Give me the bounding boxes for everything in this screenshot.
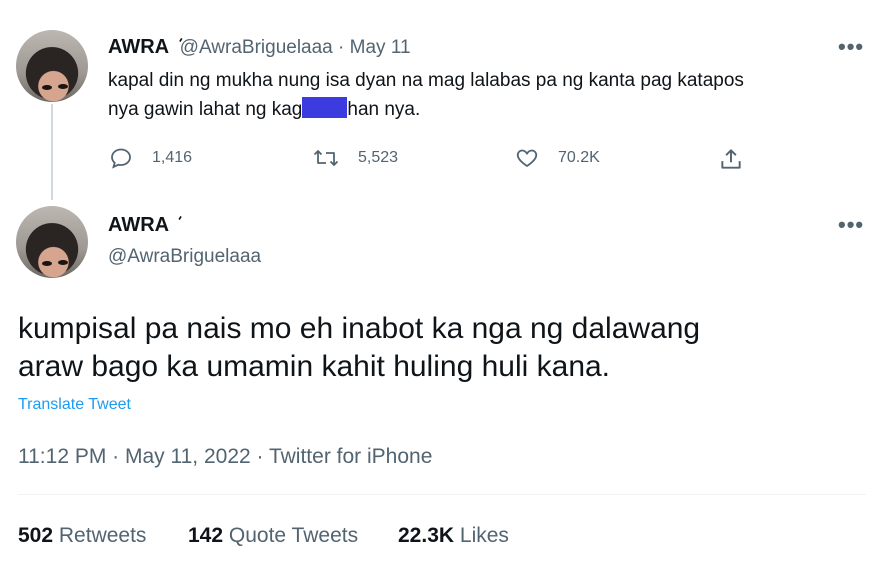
quote-tweets-count: 142 [188,524,224,547]
thread-connector-line [51,104,53,200]
tweet-date[interactable]: May 11 [350,37,411,58]
redaction-box [302,97,348,118]
username[interactable]: @AwraBriguelaaa [108,246,261,268]
retweet-button[interactable]: 5,523 [312,146,398,170]
like-count: 70.2K [558,149,600,166]
likes-count: 22.3K [398,524,455,547]
likes-label: Likes [459,524,509,547]
separator: · [338,37,345,58]
reply-count: 1,416 [152,149,193,166]
retweet-icon [313,150,339,166]
tweet-text-line: araw bago ka umamin kahit huling huli ka… [18,350,611,383]
share-icon [721,149,741,169]
display-name[interactable]: AWRA [108,36,169,58]
tweet-text: kumpisal pa nais mo eh inabot ka nga ng … [18,310,868,386]
quote-tweets-label: Quote Tweets [228,524,359,547]
more-options-icon[interactable]: ••• [838,34,864,60]
more-options-icon[interactable]: ••• [838,212,864,238]
quote-tweets-stat[interactable]: 142 Quote Tweets [188,524,358,548]
tweet-timestamp[interactable]: 11:12 PM · May 11, 2022 · Twitter for iP… [18,445,432,469]
translate-tweet-link[interactable]: Translate Tweet [18,396,131,414]
retweets-stat[interactable]: 502 Retweets [18,524,146,548]
divider [18,494,866,495]
like-button[interactable]: 70.2K [514,146,600,170]
likes-stat[interactable]: 22.3K Likes [398,524,509,548]
tweet-text: kapal din ng mukha nung isa dyan na mag … [108,66,868,124]
avatar[interactable] [16,30,88,102]
retweets-count: 502 [18,524,54,547]
share-button[interactable] [718,146,762,172]
tweet-text-line: kapal din ng mukha nung isa dyan na mag … [108,70,744,91]
tweet-header: AWRA ܿ @AwraBriguelaaa · May 11 [108,36,411,59]
avatar[interactable] [16,206,88,278]
retweets-label: Retweets [58,524,147,547]
tweet-header: AWRA ܿ [108,214,174,237]
display-name[interactable]: AWRA [108,214,169,236]
retweet-count: 5,523 [358,149,399,166]
tweet-text-line: nya gawin lahat ng kag han nya. [108,97,421,120]
username[interactable]: @AwraBriguelaaa [180,37,333,58]
heart-icon [516,149,538,168]
reply-button[interactable]: 1,416 [108,146,192,170]
tweet-text-line: kumpisal pa nais mo eh inabot ka nga ng … [18,312,701,345]
reply-icon [111,148,131,169]
